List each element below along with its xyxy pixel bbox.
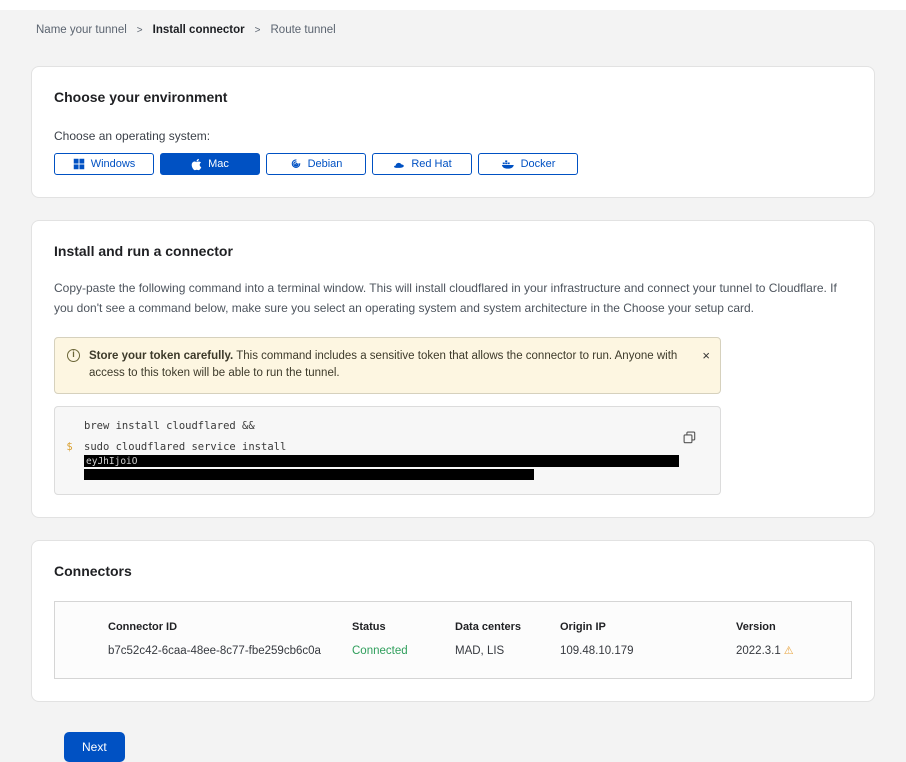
token-warning-alert: i Store your token carefully. This comma… xyxy=(54,337,721,395)
alert-text: Store your token carefully. This command… xyxy=(89,348,690,384)
os-button-windows[interactable]: Windows xyxy=(54,153,154,175)
breadcrumb: Name your tunnel > Install connector > R… xyxy=(0,10,906,36)
environment-card-title: Choose your environment xyxy=(54,89,852,105)
os-select-label: Choose an operating system: xyxy=(54,129,852,143)
apple-icon xyxy=(191,158,202,171)
col-header-data-centers: Data centers xyxy=(455,621,560,633)
code-line-token: eyJhIjoiO xyxy=(55,453,720,467)
os-button-debian[interactable]: Debian xyxy=(266,153,366,175)
next-button[interactable]: Next xyxy=(64,732,125,762)
environment-card: Choose your environment Choose an operat… xyxy=(31,66,875,198)
redacted-token-bar xyxy=(84,469,534,480)
info-icon: i xyxy=(67,349,80,362)
breadcrumb-step-name-tunnel[interactable]: Name your tunnel xyxy=(36,24,127,36)
code-line-2: $ sudo cloudflared service install xyxy=(55,440,720,453)
code-line-token-2 xyxy=(55,467,720,480)
cell-origin-ip: 109.48.10.179 xyxy=(560,645,736,657)
install-card-title: Install and run a connector xyxy=(54,243,852,259)
code-text: brew install cloudflared && xyxy=(84,420,255,432)
breadcrumb-separator: > xyxy=(255,25,261,36)
os-button-redhat[interactable]: Red Hat xyxy=(372,153,472,175)
breadcrumb-separator: > xyxy=(137,25,143,36)
redhat-icon xyxy=(392,159,405,170)
docker-icon xyxy=(501,158,515,170)
breadcrumb-step-route-tunnel[interactable]: Route tunnel xyxy=(271,24,336,36)
cell-version: 2022.3.1⚠ xyxy=(736,644,831,657)
debian-icon xyxy=(290,158,302,170)
version-text: 2022.3.1 xyxy=(736,645,781,657)
main-content: Choose your environment Choose an operat… xyxy=(0,66,906,762)
connectors-card-title: Connectors xyxy=(54,563,852,579)
os-button-label: Windows xyxy=(91,158,136,170)
copy-icon[interactable] xyxy=(683,431,696,447)
col-header-version: Version xyxy=(736,621,831,633)
os-button-mac[interactable]: Mac xyxy=(160,153,260,175)
version-warning-icon: ⚠ xyxy=(784,645,794,657)
col-header-origin-ip: Origin IP xyxy=(560,621,736,633)
connectors-table: Connector ID Status Data centers Origin … xyxy=(54,601,852,679)
install-card: Install and run a connector Copy-paste t… xyxy=(31,220,875,518)
install-description: Copy-paste the following command into a … xyxy=(54,279,852,319)
os-button-label: Red Hat xyxy=(411,158,451,170)
code-text: sudo cloudflared service install xyxy=(84,441,286,453)
cell-status: Connected xyxy=(352,645,455,657)
breadcrumb-step-install-connector[interactable]: Install connector xyxy=(153,24,245,36)
code-line-1: brew install cloudflared && xyxy=(55,419,720,432)
os-button-label: Debian xyxy=(308,158,343,170)
prompt-symbol: $ xyxy=(55,441,84,453)
os-button-group: Windows Mac Debian Red Hat xyxy=(54,153,852,175)
alert-title: Store your token carefully. xyxy=(89,350,233,362)
cell-data-centers: MAD, LIS xyxy=(455,645,560,657)
windows-icon xyxy=(73,158,85,170)
token-prefix-text: eyJhIjoiO xyxy=(84,456,137,467)
redacted-token-bar: eyJhIjoiO xyxy=(84,455,679,467)
close-icon[interactable]: × xyxy=(702,349,710,362)
os-button-label: Docker xyxy=(521,158,556,170)
col-header-status: Status xyxy=(352,621,455,633)
cell-connector-id: b7c52c42-6caa-48ee-8c77-fbe259cb6c0a xyxy=(108,645,352,657)
os-button-docker[interactable]: Docker xyxy=(478,153,578,175)
os-button-label: Mac xyxy=(208,158,229,170)
top-strip xyxy=(0,0,906,10)
col-header-connector-id: Connector ID xyxy=(108,621,352,633)
connectors-card: Connectors Connector ID Status Data cent… xyxy=(31,540,875,702)
install-command-code-block: brew install cloudflared && $ sudo cloud… xyxy=(54,406,721,495)
